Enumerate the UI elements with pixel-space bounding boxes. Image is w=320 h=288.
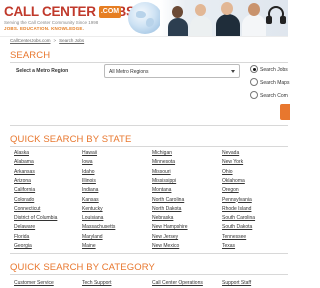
state-link-rhode-island[interactable]: Rhode Island <box>222 206 251 212</box>
metro-region-label: Select a Metro Region <box>16 68 69 74</box>
category-section-title: QUICK SEARCH BY CATEGORY <box>10 262 155 273</box>
state-link-pennsylvania[interactable]: Pennsylvania <box>222 197 252 203</box>
logo-tagline-secondary: JOBS. EDUCATION. KNOWLEDGE. <box>4 26 85 31</box>
state-link-new-jersey[interactable]: New Jersey <box>152 234 178 240</box>
state-link-ohio[interactable]: Ohio <box>222 169 233 175</box>
category-link-customer-service[interactable]: Customer Service <box>14 280 54 286</box>
state-link-indiana[interactable]: Indiana <box>82 187 98 193</box>
radio-jobs-label: Search Jobs <box>260 66 288 73</box>
search-bottom-divider <box>10 125 288 126</box>
state-link-kansas[interactable]: Kansas <box>82 197 99 203</box>
search-type-com-option[interactable]: Search Com <box>250 91 290 101</box>
state-link-florida[interactable]: Florida <box>14 234 29 240</box>
state-link-illinois[interactable]: Illinois <box>82 178 96 184</box>
breadcrumb-separator: > <box>53 38 57 43</box>
radio-jobs[interactable] <box>250 65 258 73</box>
state-link-kentucky[interactable]: Kentucky <box>82 206 103 212</box>
state-link-south-dakota[interactable]: South Dakota <box>222 224 252 230</box>
logo-tagline: Serving the Call Center Community Since … <box>4 20 99 25</box>
state-link-arkansas[interactable]: Arkansas <box>14 169 35 175</box>
state-link-new-york[interactable]: New York <box>222 159 243 165</box>
state-link-nevada[interactable]: Nevada <box>222 150 239 156</box>
site-logo[interactable]: CALL CENTER JOBS .COM Serving the Call C… <box>4 3 135 33</box>
radio-com-label: Search Com <box>260 92 288 99</box>
category-divider <box>10 274 288 275</box>
state-link-new-hampshire[interactable]: New Hampshire <box>152 224 188 230</box>
state-link-california[interactable]: California <box>14 187 35 193</box>
state-link-hawaii[interactable]: Hawaii <box>82 150 97 156</box>
metro-region-value: All Metro Regions <box>109 68 149 75</box>
search-submit-button[interactable] <box>280 104 290 120</box>
state-link-connecticut[interactable]: Connecticut <box>14 206 40 212</box>
radio-maps[interactable] <box>250 78 258 86</box>
state-link-maine[interactable]: Maine <box>82 243 96 249</box>
state-link-north-carolina[interactable]: North Carolina <box>152 197 184 203</box>
logo-com-badge: .COM <box>99 6 121 18</box>
state-link-minnesota[interactable]: Minnesota <box>152 159 175 165</box>
state-link-michigan[interactable]: Michigan <box>152 150 172 156</box>
radio-com[interactable] <box>250 91 258 99</box>
search-section-title: SEARCH <box>10 50 51 61</box>
state-link-oklahoma[interactable]: Oklahoma <box>222 178 245 184</box>
state-link-south-carolina[interactable]: South Carolina <box>222 215 255 221</box>
site-header: CALL CENTER JOBS .COM Serving the Call C… <box>0 0 288 36</box>
category-link-support-staff[interactable]: Support Staff <box>222 280 251 286</box>
search-divider <box>10 62 288 63</box>
state-link-georgia[interactable]: Georgia <box>14 243 32 249</box>
state-section-title: QUICK SEARCH BY STATE <box>10 134 132 145</box>
state-link-maryland[interactable]: Maryland <box>82 234 103 240</box>
breadcrumb-home-link[interactable]: CallCenterJobs.com <box>10 38 51 43</box>
state-link-delaware[interactable]: Delaware <box>14 224 35 230</box>
header-agents-photo <box>160 0 288 36</box>
category-top-divider <box>10 253 288 254</box>
state-link-alabama[interactable]: Alabama <box>14 159 34 165</box>
metro-region-select[interactable]: All Metro Regions <box>104 64 240 78</box>
state-link-district-of-columbia[interactable]: District of Columbia <box>14 215 57 221</box>
state-link-colorado[interactable]: Colorado <box>14 197 34 203</box>
category-link-tech-support[interactable]: Tech Support <box>82 280 111 286</box>
state-link-louisiana[interactable]: Louisiana <box>82 215 103 221</box>
header-divider <box>0 36 288 37</box>
state-link-montana[interactable]: Montana <box>152 187 171 193</box>
state-link-mississippi[interactable]: Mississippi <box>152 178 176 184</box>
state-link-missouri[interactable]: Missouri <box>152 169 171 175</box>
globe-image <box>128 2 162 34</box>
radio-maps-label: Search Maps <box>260 79 290 86</box>
state-link-massachusetts[interactable]: Massachusetts <box>82 224 115 230</box>
state-link-alaska[interactable]: Alaska <box>14 150 29 156</box>
category-link-call-center-operations[interactable]: Call Center Operations <box>152 280 203 286</box>
search-type-maps-option[interactable]: Search Maps <box>250 78 290 88</box>
state-link-oregon[interactable]: Oregon <box>222 187 239 193</box>
state-link-arizona[interactable]: Arizona <box>14 178 31 184</box>
state-link-texas[interactable]: Texas <box>222 243 235 249</box>
breadcrumb-current[interactable]: Search Jobs <box>59 38 84 43</box>
chevron-down-icon <box>231 70 235 73</box>
state-link-north-dakota[interactable]: North Dakota <box>152 206 181 212</box>
state-link-new-mexico[interactable]: New Mexico <box>152 243 179 249</box>
state-link-iowa[interactable]: Iowa <box>82 159 93 165</box>
search-type-jobs-option[interactable]: Search Jobs <box>250 65 290 75</box>
state-link-nebraska[interactable]: Nebraska <box>152 215 173 221</box>
state-link-tennessee[interactable]: Tennessee <box>222 234 246 240</box>
state-divider <box>10 146 288 147</box>
breadcrumb: CallCenterJobs.com > Search Jobs <box>10 38 84 43</box>
state-link-idaho[interactable]: Idaho <box>82 169 95 175</box>
